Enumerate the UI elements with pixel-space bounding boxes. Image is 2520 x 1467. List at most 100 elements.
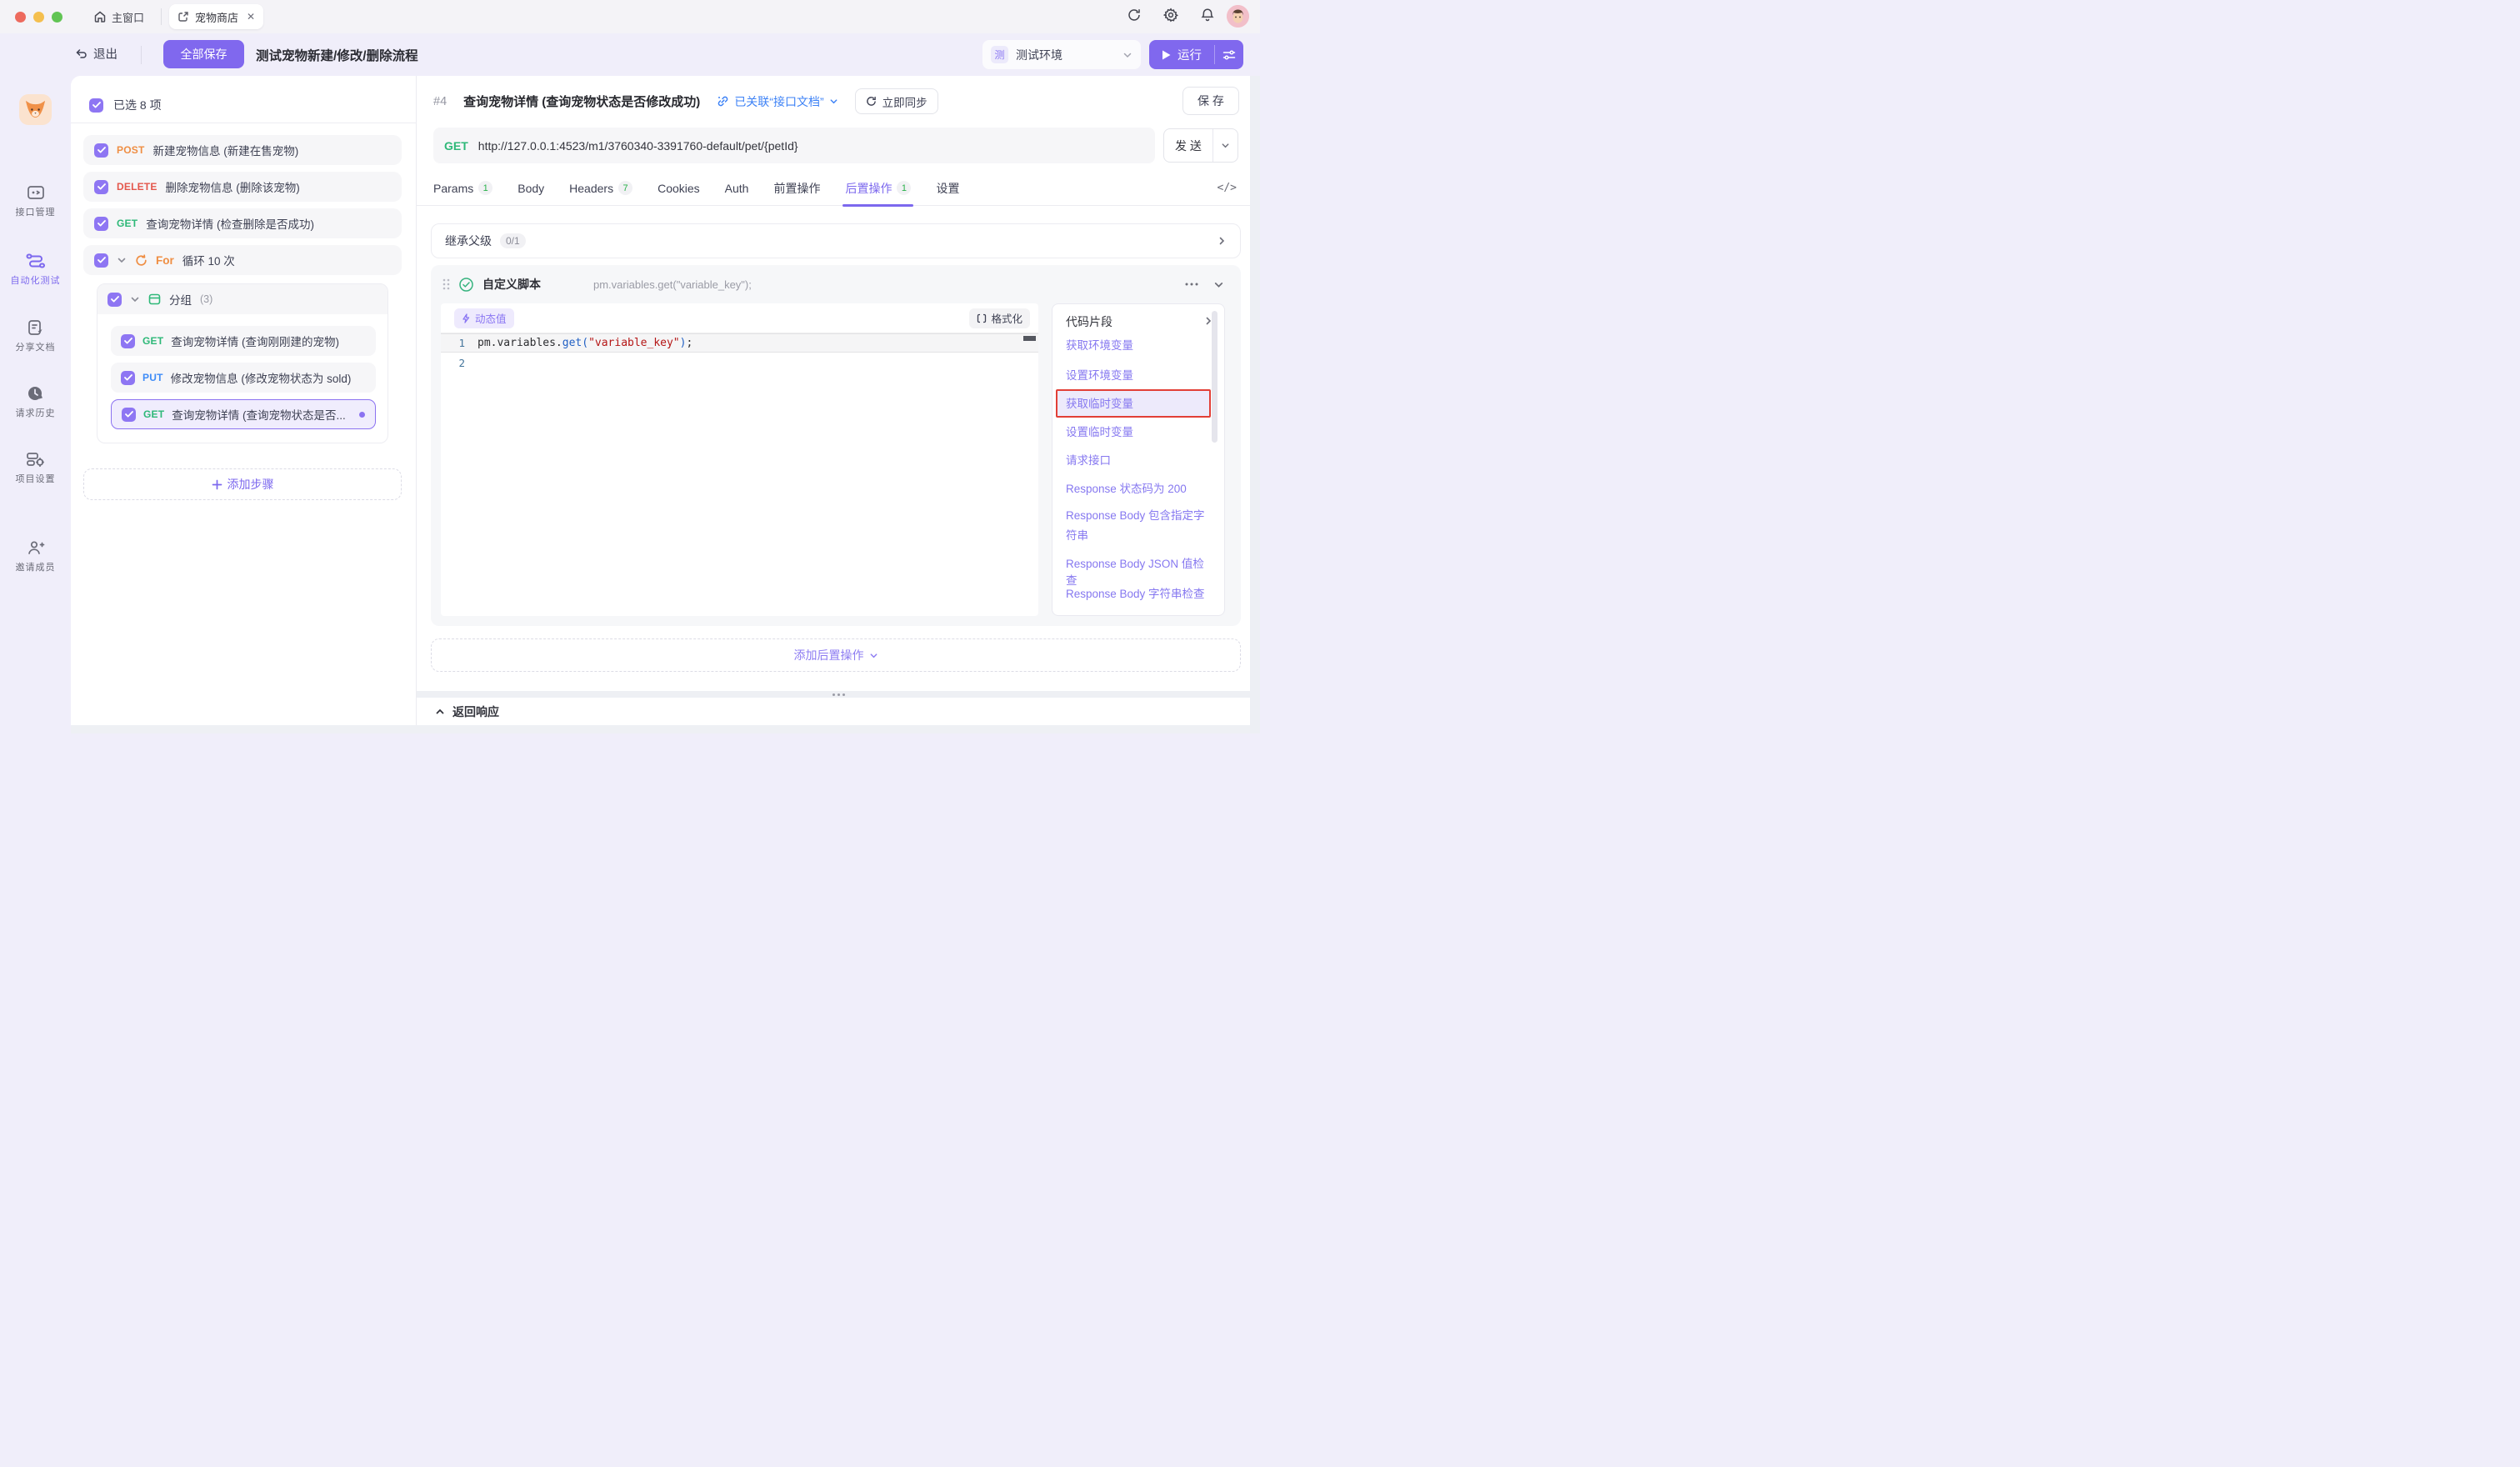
snippets-scrollbar[interactable] [1212, 311, 1218, 443]
step-checkbox[interactable] [94, 143, 108, 158]
refresh-icon[interactable] [1127, 8, 1142, 23]
step-checkbox[interactable] [121, 334, 135, 348]
maximize-window-button[interactable] [52, 12, 62, 23]
snippet-request-api[interactable]: 请求接口 [1066, 453, 1212, 469]
step-group: 分组 (3) GET 查询宠物详情 (查询刚刚建的宠物) PUT 修改宠物信息 … [97, 283, 388, 443]
code-text[interactable]: pm.variables.get("variable_key"); [478, 337, 692, 349]
tab-cookies[interactable]: Cookies [658, 171, 700, 206]
sidebar-item-request-history[interactable]: 请求历史 [0, 385, 71, 419]
snippet-set-env-var[interactable]: 设置环境变量 [1066, 368, 1212, 384]
collapse-chevron-icon[interactable] [1213, 279, 1224, 290]
code-view-icon[interactable]: </> [1218, 182, 1237, 194]
collapse-chevron-icon[interactable] [117, 255, 127, 265]
tab-post-actions[interactable]: 后置操作1 [845, 171, 911, 206]
script-code-editor[interactable]: 动态值 格式化 1 pm.variables.get("variable_key… [441, 303, 1038, 616]
project-tab[interactable]: 宠物商店 ✕ [169, 4, 263, 29]
step-checkbox[interactable] [121, 371, 135, 385]
settings-gear-icon[interactable] [1163, 8, 1178, 23]
step-checkbox[interactable] [94, 217, 108, 231]
project-tab-label: 宠物商店 [195, 9, 238, 25]
window-titlebar: 主窗口 宠物商店 ✕ [0, 0, 1260, 33]
dynamic-value-button[interactable]: 动态值 [454, 308, 514, 328]
home-tab[interactable]: 主窗口 [93, 7, 144, 27]
line-number: 1 [441, 337, 478, 349]
request-url[interactable]: http://127.0.0.1:4523/m1/3760340-3391760… [478, 139, 798, 153]
linked-api-doc-dropdown[interactable]: 已关联“接口文档” [717, 93, 838, 110]
selected-summary-row[interactable]: 已选 8 项 [89, 97, 162, 113]
exit-button[interactable]: 退出 [75, 45, 118, 63]
step-item-get[interactable]: GET 查询宠物详情 (检查删除是否成功) [83, 208, 402, 238]
format-icon [977, 313, 987, 323]
script-header[interactable]: 自定义脚本 pm.variables.get("variable_key"); [431, 265, 1241, 303]
run-button[interactable]: 运行 [1149, 40, 1214, 69]
send-options-button[interactable] [1213, 129, 1238, 162]
sidebar-item-project-settings[interactable]: 项目设置 [0, 451, 71, 485]
step-item-delete[interactable]: DELETE 删除宠物信息 (删除该宠物) [83, 172, 402, 202]
step-checkbox[interactable] [94, 180, 108, 194]
traffic-lights[interactable] [15, 12, 62, 23]
snippet-response-body-contains[interactable]: Response Body 包含指定字符串 [1066, 506, 1212, 546]
run-config-button[interactable] [1215, 40, 1243, 69]
add-post-action-button[interactable]: 添加后置操作 [431, 638, 1241, 672]
group-step-get-2-selected[interactable]: GET 查询宠物详情 (查询宠物状态是否... [111, 399, 376, 429]
play-icon [1162, 50, 1171, 60]
sidebar-item-share-docs[interactable]: 分享文档 [0, 319, 71, 353]
group-step-get-1[interactable]: GET 查询宠物详情 (查询刚刚建的宠物) [111, 326, 376, 356]
drag-handle-icon[interactable] [442, 278, 450, 290]
snippet-set-temp-var[interactable]: 设置临时变量 [1066, 424, 1212, 441]
format-button[interactable]: 格式化 [969, 308, 1030, 328]
notifications-bell-icon[interactable] [1200, 8, 1215, 23]
close-window-button[interactable] [15, 12, 26, 23]
snippet-get-temp-var[interactable]: 获取临时变量 [1066, 396, 1212, 413]
send-split-button[interactable]: 发 送 [1163, 128, 1238, 163]
sidebar-item-invite-members[interactable]: 邀请成员 [0, 539, 71, 573]
step-item-for-loop[interactable]: For 循环 10 次 [83, 245, 402, 275]
inherit-parent-row[interactable]: 继承父级 0/1 [431, 223, 1241, 258]
request-method[interactable]: GET [444, 139, 468, 153]
tab-body[interactable]: Body [518, 171, 544, 206]
sidebar-item-automated-testing[interactable]: 自动化测试 [0, 253, 71, 287]
tab-headers[interactable]: Headers7 [569, 171, 632, 206]
run-split-button[interactable]: 运行 [1149, 40, 1243, 69]
step-checkbox[interactable] [94, 253, 108, 268]
save-button[interactable]: 保 存 [1182, 87, 1239, 115]
send-button[interactable]: 发 送 [1164, 129, 1212, 162]
method-label: GET [117, 218, 138, 229]
snippet-response-status-200[interactable]: Response 状态码为 200 [1066, 481, 1212, 498]
environment-select[interactable]: 测 测试环境 [982, 40, 1141, 69]
step-checkbox[interactable] [122, 408, 136, 422]
snippet-response-body-string-check[interactable]: Response Body 字符串检查 [1066, 586, 1212, 603]
loop-icon [135, 254, 148, 267]
sync-now-button[interactable]: 立即同步 [855, 88, 938, 114]
user-avatar[interactable] [1227, 5, 1249, 28]
group-step-put[interactable]: PUT 修改宠物信息 (修改宠物状态为 sold) [111, 363, 376, 393]
tab-auth[interactable]: Auth [725, 171, 749, 206]
step-item-post[interactable]: POST 新建宠物信息 (新建在售宠物) [83, 135, 402, 165]
tab-settings[interactable]: 设置 [936, 171, 959, 206]
tab-params[interactable]: Params1 [433, 171, 492, 206]
project-logo[interactable] [19, 94, 52, 125]
add-step-button[interactable]: 添加步骤 [83, 468, 402, 500]
code-line-empty[interactable]: 2 [441, 353, 1038, 372]
snippet-response-body-json-check[interactable]: Response Body JSON 值检查 [1066, 556, 1212, 589]
snippet-get-env-var[interactable]: 获取环境变量 [1066, 338, 1212, 354]
environment-badge: 测 [991, 46, 1008, 63]
panel-resize-handle[interactable] [417, 691, 1260, 698]
response-collapse-bar[interactable]: 返回响应 [417, 698, 1260, 725]
close-tab-icon[interactable]: ✕ [247, 11, 255, 23]
tab-badge: 7 [618, 181, 632, 195]
tab-pre-actions[interactable]: 前置操作 [773, 171, 820, 206]
request-url-bar[interactable]: GET http://127.0.0.1:4523/m1/3760340-339… [433, 128, 1155, 163]
code-line-active[interactable]: 1 pm.variables.get("variable_key"); [441, 333, 1038, 353]
select-all-checkbox[interactable] [89, 98, 103, 113]
save-all-button[interactable]: 全部保存 [163, 40, 244, 68]
test-steps-panel: 已选 8 项 POST 新建宠物信息 (新建在售宠物) DELETE 删除宠物信… [71, 76, 417, 734]
collapse-chevron-icon[interactable] [130, 294, 140, 304]
more-actions-icon[interactable] [1185, 283, 1198, 286]
sidebar-item-api-management[interactable]: 接口管理 [0, 184, 71, 218]
group-header[interactable]: 分组 (3) [98, 284, 388, 314]
enabled-check-icon[interactable] [459, 278, 473, 292]
minimize-window-button[interactable] [33, 12, 44, 23]
group-checkbox[interactable] [108, 293, 122, 307]
loop-label: 循环 10 次 [182, 252, 235, 268]
